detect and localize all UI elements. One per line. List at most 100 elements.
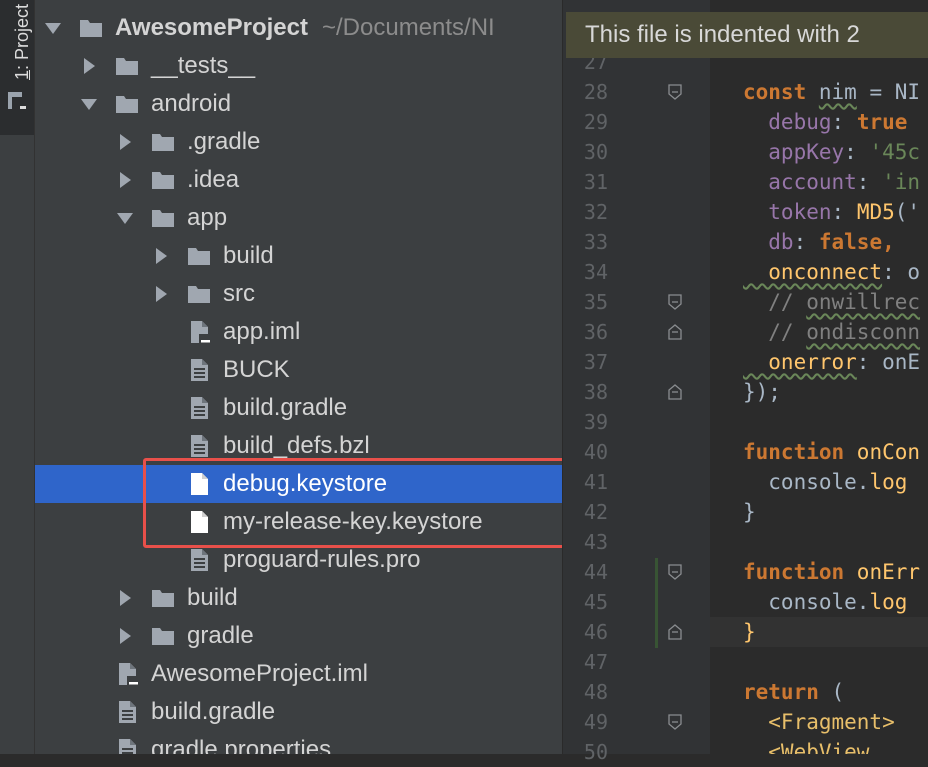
code-line: function onErr <box>743 557 920 587</box>
tree-file-row[interactable]: app.iml <box>35 313 562 351</box>
tree-folder-row[interactable]: .idea <box>35 161 562 199</box>
text-file-icon <box>115 700 139 724</box>
tree-file-row[interactable]: BUCK <box>35 351 562 389</box>
tree-file-row[interactable]: proguard-rules.pro <box>35 541 562 579</box>
code-editor[interactable]: const nim = NI debug: true appKey: '45c … <box>710 0 928 754</box>
folder-icon <box>115 92 139 116</box>
project-path-label: ~/Documents/NI <box>321 14 495 41</box>
tree-item-label: build.gradle <box>223 394 348 421</box>
line-number: 44 <box>583 560 608 584</box>
code-token: true <box>856 110 908 134</box>
code-token: nim <box>818 80 857 104</box>
tree-folder-row[interactable]: app <box>35 199 562 237</box>
code-line: const nim = NI <box>743 77 920 107</box>
code-line: return ( <box>743 677 844 707</box>
code-token: = NI <box>856 80 921 104</box>
code-token: : <box>793 230 819 254</box>
expand-arrow-closed-icon[interactable] <box>151 284 171 304</box>
expand-arrow-open-icon[interactable] <box>115 208 135 228</box>
folder-icon <box>151 130 175 154</box>
module-file-icon <box>115 662 139 686</box>
code-token: MD5 <box>856 200 895 224</box>
text-file-icon <box>187 548 211 572</box>
tree-folder-row[interactable]: AwesomeProject ~/Documents/NI <box>35 9 562 47</box>
file-icon <box>187 510 211 534</box>
tree-item-label: .gradle <box>187 128 261 155</box>
tree-file-row[interactable]: my-release-key.keystore <box>35 503 562 541</box>
tree-item-label: BUCK <box>223 356 290 383</box>
code-token: log <box>869 590 908 614</box>
folder-icon <box>187 244 211 268</box>
editor-gutter[interactable]: 27 28 29 30 31 32 33 34 35 36 37 38 39 40 41 42 43 44 45 46… <box>562 0 710 764</box>
code-token: '45c <box>869 140 921 164</box>
vcs-change-marker <box>655 558 658 648</box>
line-number: 42 <box>583 500 608 524</box>
tree-folder-row[interactable]: build <box>35 237 562 275</box>
code-line: }); <box>743 377 781 407</box>
code-line: } <box>743 497 756 527</box>
code-token: // <box>743 320 807 344</box>
tree-file-row[interactable]: AwesomeProject.iml <box>35 655 562 693</box>
code-line: debug: true <box>743 107 907 137</box>
expand-arrow-closed-icon[interactable] <box>115 626 135 646</box>
project-tool-window-label: 1: Project <box>12 3 32 80</box>
line-number: 28 <box>583 80 608 104</box>
tree-item-label: src <box>223 280 255 307</box>
code-token: onconnect <box>743 260 883 284</box>
fold-end-icon[interactable] <box>667 623 683 641</box>
expand-arrow-open-icon[interactable] <box>79 94 99 114</box>
tree-folder-row[interactable]: build <box>35 579 562 617</box>
file-icon <box>187 472 211 496</box>
tree-item-label: build <box>223 242 274 269</box>
line-number: 48 <box>583 680 608 704</box>
tree-item-label: app.iml <box>223 318 301 345</box>
code-token: : <box>831 200 857 224</box>
code-line: } <box>743 617 756 647</box>
line-number: 30 <box>583 140 608 164</box>
tree-folder-row[interactable]: __tests__ <box>35 47 562 85</box>
project-tree[interactable]: AwesomeProject ~/Documents/NI __tests__and… <box>35 0 562 754</box>
tree-file-row[interactable]: debug.keystore <box>35 465 562 503</box>
code-line: console.log <box>743 467 907 497</box>
code-token: onCon <box>856 440 921 464</box>
line-number: 37 <box>583 350 608 374</box>
expand-arrow-closed-icon[interactable] <box>115 132 135 152</box>
expand-arrow-closed-icon[interactable] <box>115 588 135 608</box>
code-token: db <box>743 230 794 254</box>
tree-folder-row[interactable]: android <box>35 85 562 123</box>
code-token: function <box>743 560 857 584</box>
tree-item-label: __tests__ <box>151 52 256 79</box>
folder-icon <box>187 282 211 306</box>
code-token: function <box>743 440 857 464</box>
folder-icon <box>79 16 103 40</box>
tree-folder-row[interactable]: .gradle <box>35 123 562 161</box>
expand-arrow-closed-icon[interactable] <box>115 170 135 190</box>
tree-item-label: proguard-rules.pro <box>223 546 421 573</box>
tree-file-row[interactable]: build.gradle <box>35 389 562 427</box>
text-file-icon <box>187 358 211 382</box>
tree-file-row[interactable]: gradle.properties <box>35 731 562 754</box>
tree-file-row[interactable]: build_defs.bzl <box>35 427 562 465</box>
fold-end-icon[interactable] <box>667 383 683 401</box>
project-tool-window-tab[interactable]: 1: Project <box>0 0 34 135</box>
fold-start-icon[interactable] <box>667 83 683 101</box>
code-token: onwillrec <box>806 290 921 314</box>
code-line: account: 'in <box>743 167 920 197</box>
folder-icon <box>115 54 139 78</box>
expand-arrow-closed-icon[interactable] <box>151 246 171 266</box>
expand-arrow-open-icon[interactable] <box>43 18 63 38</box>
tree-folder-row[interactable]: gradle <box>35 617 562 655</box>
fold-end-icon[interactable] <box>667 323 683 341</box>
line-number: 40 <box>583 440 608 464</box>
line-number: 31 <box>583 170 608 194</box>
tree-folder-row[interactable]: src <box>35 275 562 313</box>
code-token: ( <box>831 680 845 704</box>
code-token: : onE <box>856 350 921 374</box>
fold-start-icon[interactable] <box>667 713 683 731</box>
code-line: onconnect: o <box>743 257 920 287</box>
tree-file-row[interactable]: build.gradle <box>35 693 562 731</box>
tree-item-label: build_defs.bzl <box>223 432 370 459</box>
fold-start-icon[interactable] <box>667 293 683 311</box>
expand-arrow-closed-icon[interactable] <box>79 56 99 76</box>
fold-start-icon[interactable] <box>667 563 683 581</box>
